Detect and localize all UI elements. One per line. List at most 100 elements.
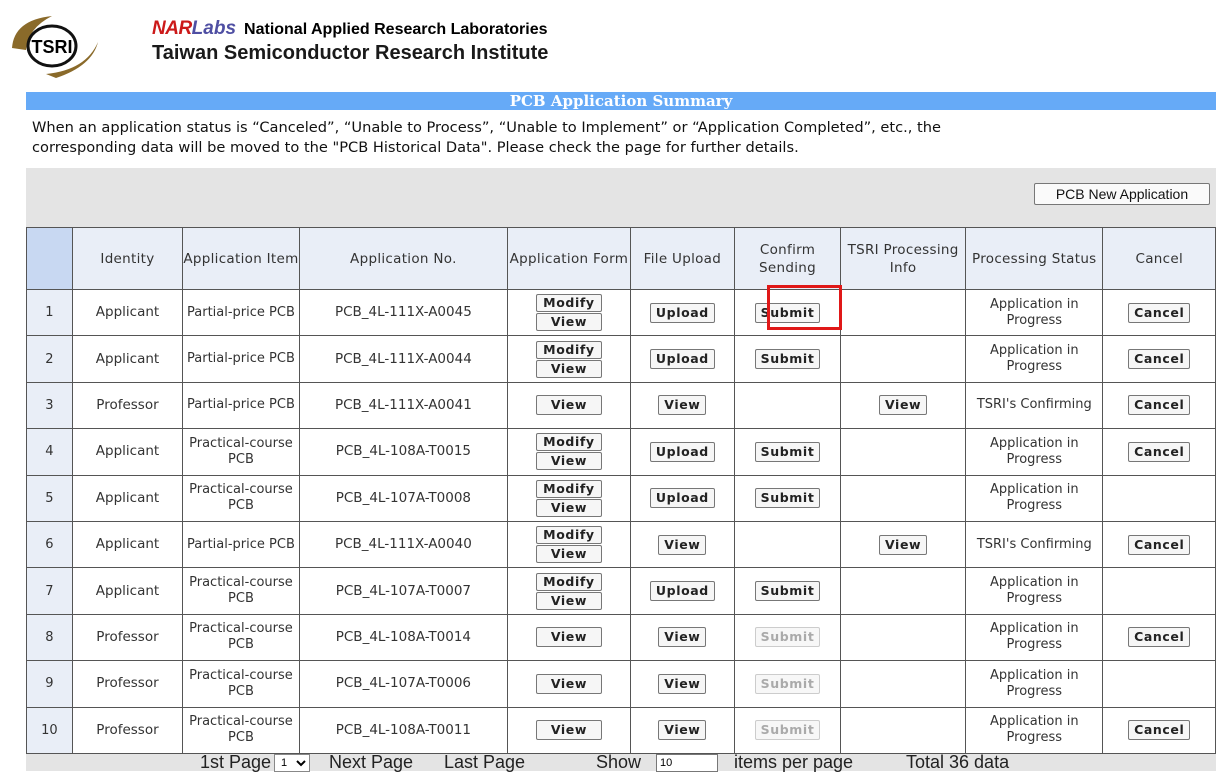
upload-button[interactable]: Upload	[649, 349, 715, 370]
upload-button[interactable]: Upload	[649, 488, 715, 509]
modify-button[interactable]: Modify	[535, 433, 602, 452]
row-upload-cell: Upload	[629, 288, 735, 337]
row-application-item: Partial-price PCB	[182, 520, 300, 569]
page-select[interactable]: 1	[274, 754, 310, 772]
view-file-button[interactable]: View	[658, 720, 707, 741]
modify-button[interactable]: Modify	[535, 526, 602, 545]
org-name: National Applied Research Laboratories	[244, 21, 548, 38]
header-confirm-sending: Confirm Sending	[733, 227, 842, 290]
view-file-button[interactable]: View	[658, 673, 707, 694]
show-label: Show	[596, 752, 642, 772]
row-form-actions: View	[506, 613, 631, 662]
total-count: Total 36 data	[906, 752, 1010, 772]
submit-button[interactable]: Submit	[754, 488, 821, 509]
cancel-button[interactable]: Cancel	[1128, 302, 1191, 323]
items-per-page-input[interactable]	[656, 754, 718, 772]
modify-button[interactable]: Modify	[535, 479, 602, 498]
upload-button[interactable]: Upload	[649, 441, 715, 462]
row-form-actions: Modify View	[506, 474, 631, 522]
row-cancel-cell: Cancel	[1102, 520, 1216, 569]
row-tsri-info-cell	[840, 428, 967, 476]
row-tsri-info-cell	[840, 613, 967, 662]
row-cancel-cell: Cancel	[1102, 288, 1216, 337]
row-index: 1	[26, 288, 73, 337]
row-index: 8	[26, 613, 73, 662]
row-upload-cell: View	[629, 381, 735, 430]
header-application-form: Application Form	[506, 227, 631, 290]
view-file-button[interactable]: View	[658, 627, 707, 648]
row-upload-cell: Upload	[629, 567, 735, 615]
narlabs-heading: NARLabs National Applied Research Laborat…	[152, 18, 548, 40]
submit-button[interactable]: Submit	[754, 302, 821, 323]
row-application-item: Partial-price PCB	[182, 288, 300, 337]
first-page-link[interactable]: 1st Page	[200, 752, 271, 773]
view-form-button[interactable]: View	[535, 395, 602, 416]
row-cancel-cell	[1102, 474, 1216, 522]
submit-button[interactable]: Submit	[754, 349, 821, 370]
modify-button[interactable]: Modify	[535, 572, 602, 591]
labs-mark: Labs	[191, 18, 237, 39]
cancel-button[interactable]: Cancel	[1128, 720, 1191, 741]
view-tsri-info-button[interactable]: View	[879, 395, 928, 416]
row-index: 5	[26, 474, 73, 522]
view-form-button[interactable]: View	[535, 673, 602, 694]
view-file-button[interactable]: View	[658, 395, 707, 416]
view-form-button[interactable]: View	[535, 359, 602, 378]
row-form-actions: View	[506, 706, 631, 754]
row-upload-cell: View	[629, 520, 735, 569]
row-confirm-cell: Submit	[733, 706, 842, 754]
cancel-button[interactable]: Cancel	[1128, 395, 1191, 416]
view-form-button[interactable]: View	[535, 720, 602, 741]
row-tsri-info-cell	[840, 567, 967, 615]
row-identity: Applicant	[71, 520, 184, 569]
row-tsri-info-cell	[840, 335, 967, 383]
new-application-button[interactable]: PCB New Application	[1034, 183, 1210, 205]
last-page-link[interactable]: Last Page	[444, 752, 525, 773]
next-page-link[interactable]: Next Page	[329, 752, 413, 773]
submit-button[interactable]: Submit	[754, 581, 821, 602]
table-row: 4 Applicant Practical-course PCB PCB_4L-…	[26, 428, 1216, 476]
row-index: 7	[26, 567, 73, 615]
row-processing-status: Application in Progress	[965, 660, 1104, 708]
row-identity: Applicant	[71, 567, 184, 615]
cancel-button[interactable]: Cancel	[1128, 534, 1191, 555]
row-upload-cell: Upload	[629, 335, 735, 383]
row-identity: Applicant	[71, 474, 184, 522]
view-file-button[interactable]: View	[658, 534, 707, 555]
modify-button[interactable]: Modify	[535, 294, 602, 313]
view-form-button[interactable]: View	[535, 498, 602, 517]
row-processing-status: Application in Progress	[965, 288, 1104, 337]
nar-mark: NAR	[152, 18, 192, 39]
submit-button[interactable]: Submit	[754, 441, 821, 462]
view-form-button[interactable]: View	[535, 591, 602, 610]
table-row: 7 Applicant Practical-course PCB PCB_4L-…	[26, 567, 1216, 615]
header-file-upload: File Upload	[629, 227, 735, 290]
view-form-button[interactable]: View	[535, 627, 602, 648]
cancel-button[interactable]: Cancel	[1128, 627, 1191, 648]
row-processing-status: Application in Progress	[965, 706, 1104, 754]
view-form-button[interactable]: View	[535, 452, 602, 471]
header-tsri-processing-info: TSRI Processing Info	[840, 227, 967, 290]
cancel-button[interactable]: Cancel	[1128, 441, 1191, 462]
row-confirm-cell: Submit	[733, 474, 842, 522]
modify-button[interactable]: Modify	[535, 340, 602, 359]
row-processing-status: Application in Progress	[965, 474, 1104, 522]
row-index: 4	[26, 428, 73, 476]
row-upload-cell: Upload	[629, 428, 735, 476]
row-upload-cell: View	[629, 660, 735, 708]
row-application-item: Practical-course PCB	[182, 474, 300, 522]
row-processing-status: Application in Progress	[965, 335, 1104, 383]
table-row: 5 Applicant Practical-course PCB PCB_4L-…	[26, 474, 1216, 522]
table-row: 10 Professor Practical-course PCB PCB_4L…	[26, 706, 1216, 754]
cancel-button[interactable]: Cancel	[1128, 349, 1191, 370]
row-index: 3	[26, 381, 73, 430]
view-form-button[interactable]: View	[535, 545, 602, 564]
row-index: 10	[26, 706, 73, 754]
row-form-actions: Modify View	[506, 567, 631, 615]
row-tsri-info-cell	[840, 288, 967, 337]
view-tsri-info-button[interactable]: View	[879, 534, 928, 555]
view-form-button[interactable]: View	[535, 313, 602, 332]
upload-button[interactable]: Upload	[649, 581, 715, 602]
upload-button[interactable]: Upload	[649, 302, 715, 323]
row-application-item: Practical-course PCB	[182, 567, 300, 615]
